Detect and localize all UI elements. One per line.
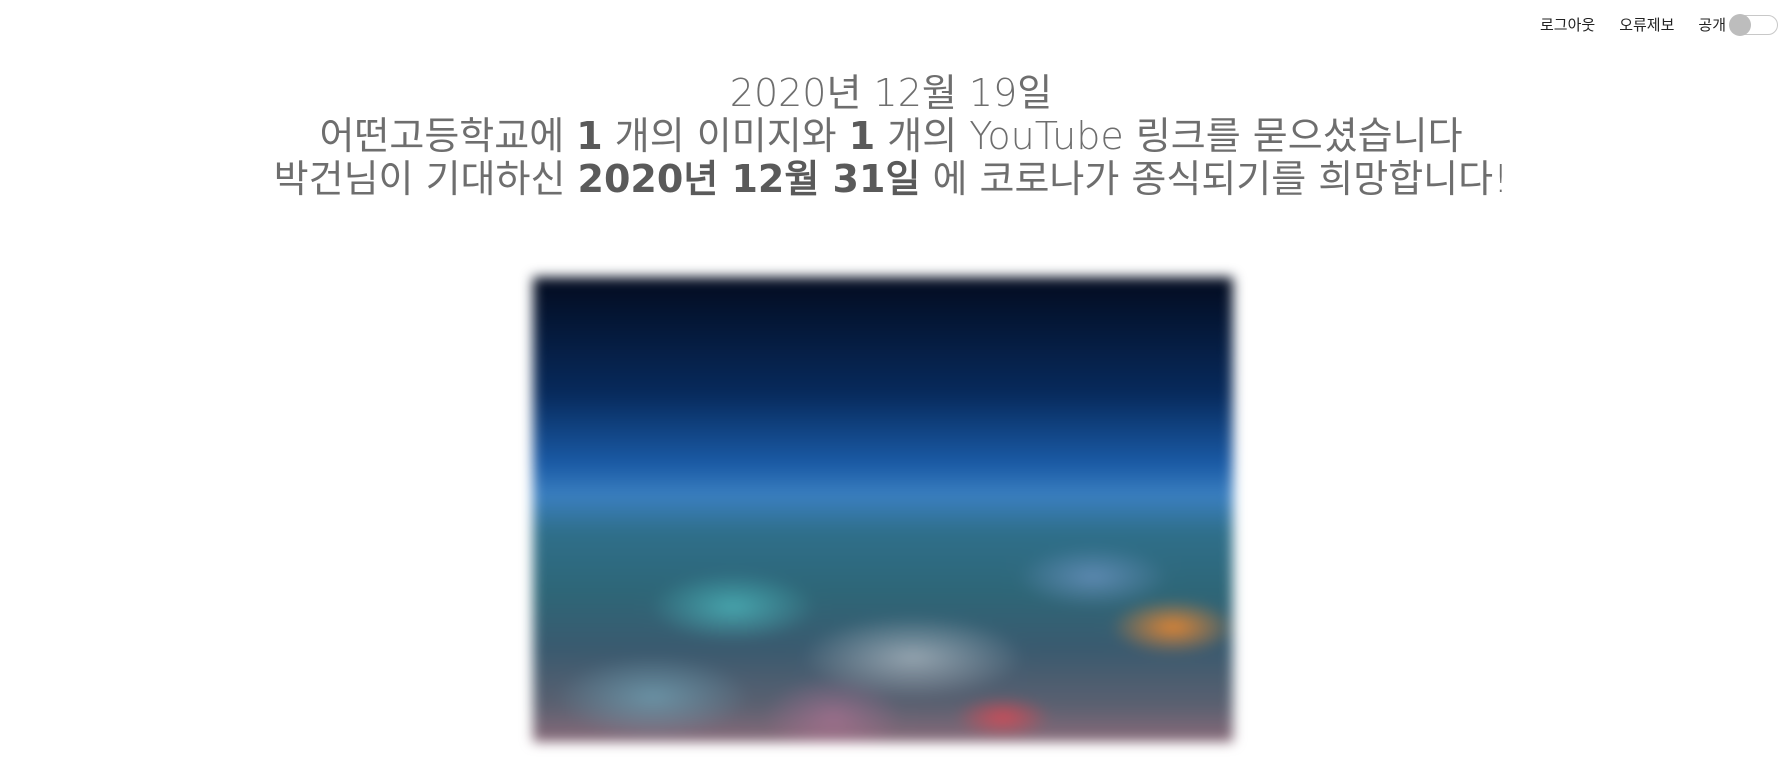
top-nav: 로그아웃 오류제보 공개: [1540, 13, 1778, 36]
hope-line: 박건님이 기대하신 2020년 12월 31일 에 코로나가 종식되기를 희망합…: [0, 158, 1782, 201]
link-count: 1: [848, 114, 876, 158]
capsule-summary: 2020년 12월 19일 어떤고등학교에 1 개의 이미지와 1 개의 You…: [0, 72, 1782, 201]
target-date: 2020년 12월 31일: [577, 157, 921, 201]
public-toggle-label: 공개: [1698, 16, 1726, 34]
report-error-link[interactable]: 오류제보: [1619, 14, 1674, 35]
public-toggle-group: 공개: [1698, 13, 1778, 36]
image-text: 개의 이미지와: [602, 114, 849, 158]
hope-suffix: 에 코로나가 종식되기를 희망합니다!: [920, 157, 1509, 201]
toggle-knob: [1729, 13, 1751, 36]
image-count: 1: [576, 114, 603, 158]
hope-prefix: 박건님이 기대하신: [273, 157, 578, 201]
capsule-date: 2020년 12월 19일: [729, 71, 1053, 115]
link-text: 개의 YouTube 링크를 묻으셨습니다: [875, 114, 1463, 158]
buried-image-blurred: [533, 277, 1233, 742]
capsule-contents-line: 어떤고등학교에 1 개의 이미지와 1 개의 YouTube 링크를 묻으셨습니…: [0, 115, 1782, 158]
school-text: 어떤고등학교에: [319, 114, 577, 158]
logout-link[interactable]: 로그아웃: [1540, 14, 1595, 35]
public-toggle[interactable]: [1729, 13, 1778, 36]
